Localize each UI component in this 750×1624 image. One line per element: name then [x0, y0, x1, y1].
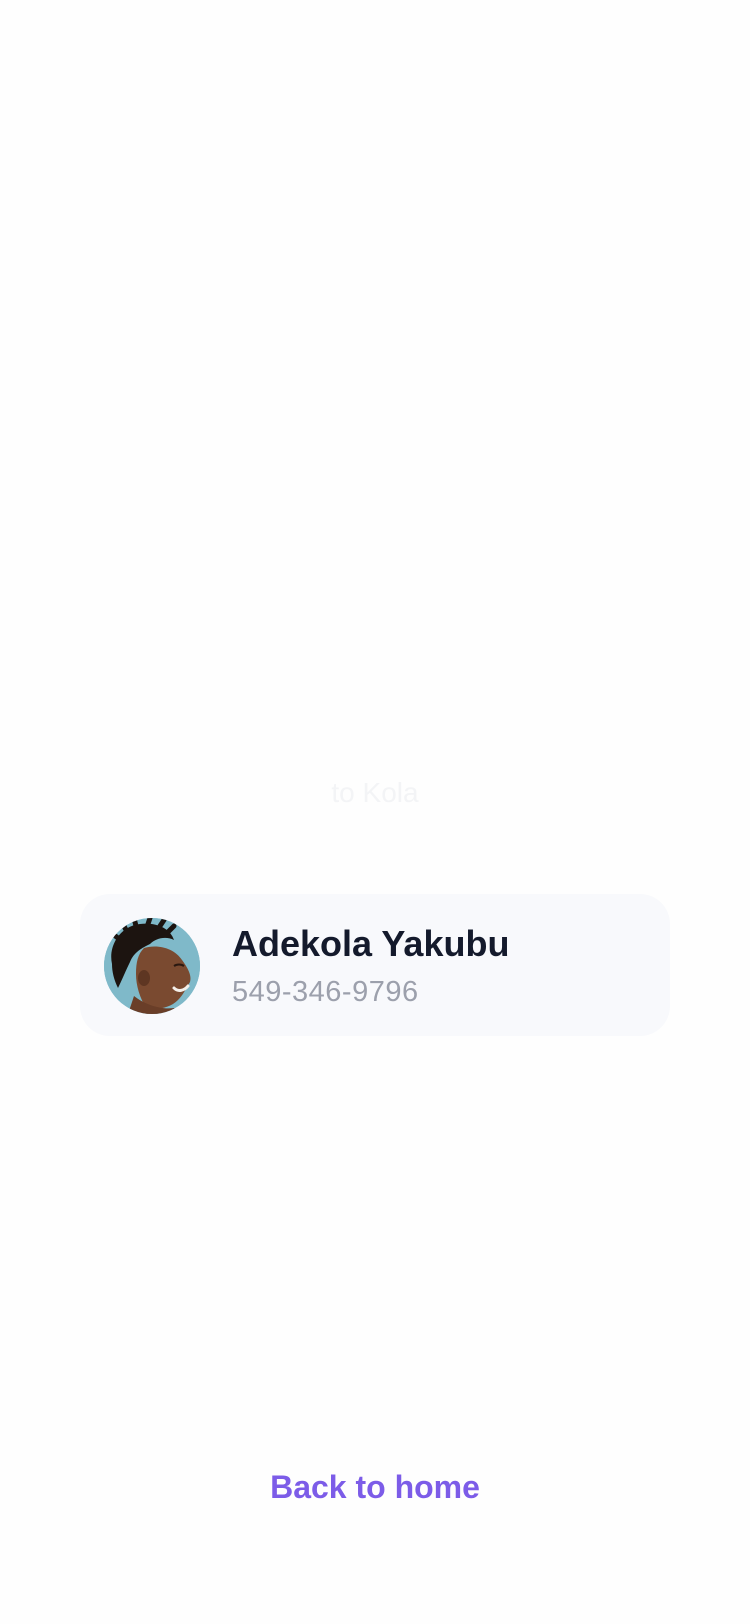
- back-to-home-button[interactable]: Back to home: [0, 1467, 750, 1507]
- contact-card: Adekola Yakubu 549-346-9796: [80, 894, 670, 1036]
- avatar: [104, 918, 200, 1014]
- confirmation-subtitle: to Kola: [331, 777, 419, 808]
- contact-name: Adekola Yakubu: [232, 923, 510, 964]
- contact-phone: 549-346-9796: [232, 976, 419, 1008]
- person-avatar-icon: [104, 918, 200, 1014]
